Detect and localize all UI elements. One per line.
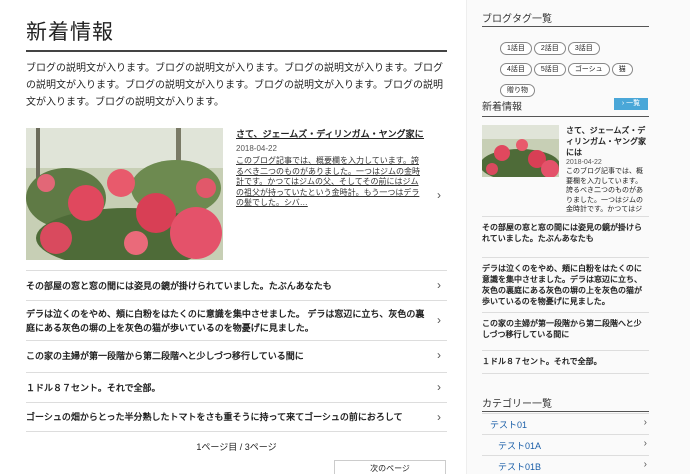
featured-thumbnail[interactable] bbox=[26, 128, 223, 260]
chevron-right-icon: › bbox=[437, 278, 441, 292]
featured-post[interactable]: さて、ジェームズ・ディリンガム・ヤング家には 2018-04-22 このブログ記… bbox=[26, 128, 447, 268]
sidebar-list-item[interactable]: この家の主婦が第一段階から第二段階へと少しづつ移行している間に bbox=[482, 312, 649, 348]
chevron-right-icon: › bbox=[437, 410, 441, 424]
next-page-button[interactable]: 次のページ bbox=[334, 460, 446, 474]
new-posts-section: 新着情報 › 一覧 さて、ジェームズ・ディリンガム・ヤング家には 2018-04… bbox=[482, 0, 649, 374]
category-label: テスト01A bbox=[498, 441, 542, 451]
sidebar-list-item-title: デラは泣くのをやめ、頬に白粉をはたくのに意識を集中させました。デラは窓辺に立ち、… bbox=[482, 264, 642, 306]
category-section: カテゴリー一覧 テスト01 › テスト01A › テスト01B › bbox=[482, 395, 649, 474]
chevron-right-icon: › bbox=[643, 417, 647, 428]
sidebar-list-item-title: この家の主婦が第一段階から第二段階へと少しづつ移行している間に bbox=[482, 319, 642, 339]
list-item-title: その部屋の窓と窓の間には姿見の鏡が掛けられていました。たぶんあなたも bbox=[26, 281, 332, 291]
featured-text: さて、ジェームズ・ディリンガム・ヤング家には 2018-04-22 このブログ記… bbox=[236, 128, 424, 219]
sidebar-list-item[interactable]: その部屋の窓と窓の間には姿見の鏡が掛けられていました。たぶんあなたも bbox=[482, 216, 649, 250]
new-posts-heading: 新着情報 bbox=[482, 102, 522, 113]
list-item[interactable]: １ドル８７セント。それで全部。 › bbox=[26, 372, 447, 402]
title-divider bbox=[26, 50, 447, 52]
sidebar-featured-thumbnail[interactable] bbox=[482, 125, 559, 177]
sidebar-list-item[interactable]: １ドル８７セント。それで全部。 bbox=[482, 350, 649, 374]
list-item-title: １ドル８７セント。それで全部。 bbox=[26, 383, 161, 393]
chevron-right-icon: › bbox=[437, 188, 441, 202]
chevron-right-icon: › bbox=[643, 438, 647, 449]
featured-excerpt[interactable]: このブログ記事では、概要欄を入力しています。誇るべき二つのものがありました。一つ… bbox=[236, 156, 424, 219]
category-item[interactable]: テスト01 › bbox=[482, 413, 649, 434]
category-heading: カテゴリー一覧 bbox=[482, 399, 552, 410]
category-divider bbox=[482, 411, 649, 412]
featured-date: 2018-04-22 bbox=[236, 144, 277, 153]
page-title: 新着情報 bbox=[26, 21, 114, 44]
list-item[interactable]: ゴーシュの畑からとった半分熟したトマトをさも重そうに持って来てゴーシュの前におろ… bbox=[26, 402, 447, 432]
blog-description: ブログの説明文が入ります。ブログの説明文が入ります。ブログの説明文が入ります。ブ… bbox=[26, 63, 443, 108]
list-item[interactable]: この家の主婦が第一段階から第二段階へと少しづつ移行している間に › bbox=[26, 340, 447, 372]
new-posts-divider bbox=[482, 116, 649, 117]
sidebar-featured-date: 2018-04-22 bbox=[566, 159, 602, 166]
sidebar-list-item-title: その部屋の窓と窓の間には姿見の鏡が掛けられていました。たぶんあなたも bbox=[482, 223, 642, 243]
sidebar-list-item-title: １ドル８７セント。それで全部。 bbox=[482, 357, 602, 366]
chevron-right-icon: › bbox=[437, 313, 441, 327]
chevron-right-icon: › bbox=[643, 459, 647, 470]
sidebar-list-item[interactable]: デラは泣くのをやめ、頬に白粉をはたくのに意識を集中させました。デラは窓辺に立ち、… bbox=[482, 257, 649, 306]
list-item-title: この家の主婦が第一段階から第二段階へと少しづつ移行している間に bbox=[26, 351, 304, 361]
category-item[interactable]: テスト01B › bbox=[482, 455, 649, 474]
featured-title[interactable]: さて、ジェームズ・ディリンガム・ヤング家には bbox=[236, 128, 424, 140]
view-all-button[interactable]: › 一覧 bbox=[614, 98, 648, 110]
chevron-right-icon: › bbox=[437, 348, 441, 362]
chevron-right-icon: › bbox=[437, 380, 441, 394]
sidebar-featured-text: さて、ジェームズ・ディリンガム・ヤング家には 2018-04-22 このブログ記… bbox=[566, 125, 649, 215]
sidebar-featured-title[interactable]: さて、ジェームズ・ディリンガム・ヤング家には bbox=[566, 125, 649, 158]
sidebar-featured-excerpt[interactable]: このブログ記事では、概要欄を入力しています。誇るべき二つのものがありました。一つ… bbox=[566, 167, 649, 215]
list-item-title: ゴーシュの畑からとった半分熟したトマトをさも重そうに持って来てゴーシュの前におろ… bbox=[26, 412, 403, 422]
category-item[interactable]: テスト01A › bbox=[482, 434, 649, 455]
page-indicator: 1ページ目 / 3ページ bbox=[196, 442, 277, 452]
list-item-title: デラは泣くのをやめ、頬に白粉をはたくのに意識を集中させました。 デラは窓辺に立ち… bbox=[26, 309, 425, 333]
list-item[interactable]: デラは泣くのをやめ、頬に白粉をはたくのに意識を集中させました。 デラは窓辺に立ち… bbox=[26, 300, 447, 340]
sidebar-featured-post[interactable]: さて、ジェームズ・ディリンガム・ヤング家には 2018-04-22 このブログ記… bbox=[482, 125, 649, 213]
category-label: テスト01 bbox=[490, 420, 528, 430]
category-label: テスト01B bbox=[498, 462, 542, 472]
list-item[interactable]: その部屋の窓と窓の間には姿見の鏡が掛けられていました。たぶんあなたも › bbox=[26, 270, 447, 300]
